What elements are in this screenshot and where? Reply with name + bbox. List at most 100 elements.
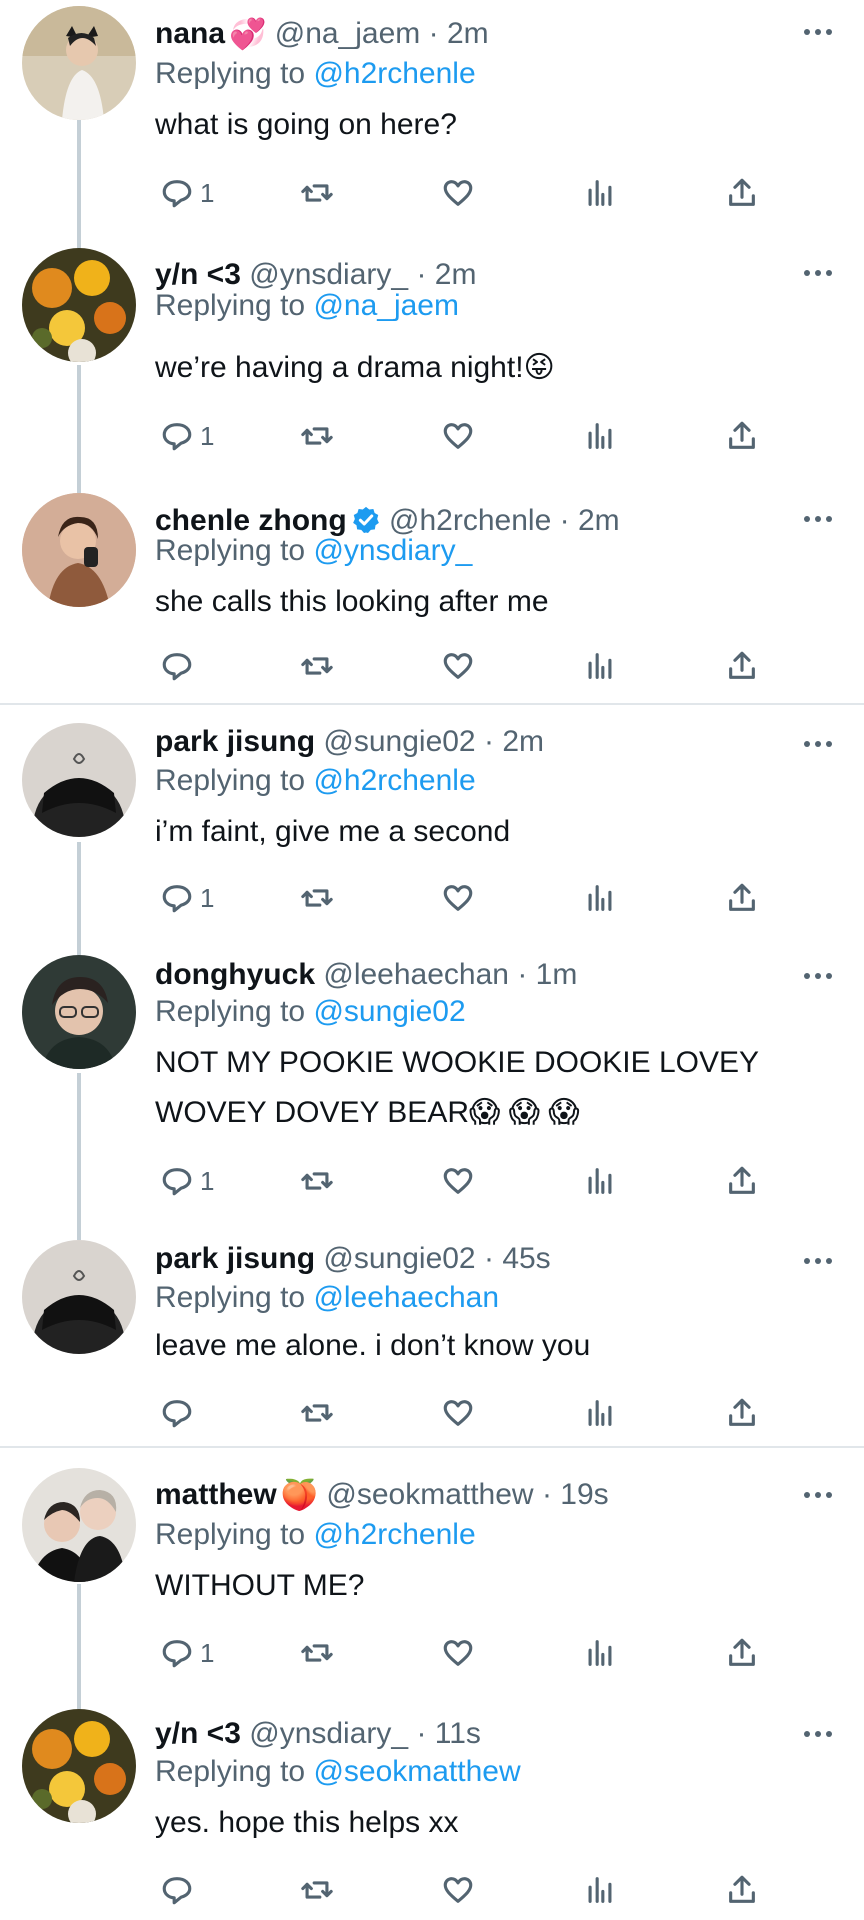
- analytics-button[interactable]: [583, 1870, 617, 1910]
- analytics-button[interactable]: [583, 1393, 617, 1433]
- display-name[interactable]: donghyuck: [155, 958, 315, 991]
- reply-mention-link[interactable]: @seokmatthew: [313, 1755, 520, 1788]
- replying-to: Replying to @seokmatthew: [155, 1754, 521, 1790]
- reply-mention-link[interactable]: @na_jaem: [313, 289, 459, 322]
- tweet-text-line: NOT MY POOKIE WOOKIE DOOKIE LOVEY: [155, 1046, 760, 1079]
- retweet-button[interactable]: [300, 646, 334, 686]
- reply-mention-link[interactable]: @ynsdiary_: [313, 534, 472, 567]
- like-button[interactable]: [441, 1633, 475, 1673]
- avatar[interactable]: [22, 248, 136, 362]
- timestamp[interactable]: 2m: [578, 504, 620, 537]
- avatar[interactable]: [22, 493, 136, 607]
- avatar[interactable]: [22, 1468, 136, 1582]
- retweet-button[interactable]: [300, 878, 334, 918]
- like-button[interactable]: [441, 878, 475, 918]
- reply-mention-link[interactable]: @sungie02: [313, 995, 465, 1028]
- analytics-button[interactable]: [583, 1633, 617, 1673]
- share-button[interactable]: [725, 878, 759, 918]
- like-button[interactable]: [441, 646, 475, 686]
- share-button[interactable]: [725, 1870, 759, 1910]
- retweet-button[interactable]: [300, 1633, 334, 1673]
- reply-mention-link[interactable]: @leehaechan: [313, 1281, 499, 1314]
- like-button[interactable]: [441, 416, 475, 456]
- retweet-button[interactable]: [300, 1393, 334, 1433]
- more-options-icon[interactable]: [804, 26, 834, 36]
- user-handle[interactable]: @sungie02: [323, 725, 475, 758]
- tweet-text-line: WOVEY DOVEY BEAR😱 😱 😱: [155, 1096, 580, 1129]
- timestamp[interactable]: 2m: [435, 258, 477, 291]
- share-button[interactable]: [725, 1393, 759, 1433]
- timestamp[interactable]: 11s: [435, 1717, 481, 1750]
- share-button[interactable]: [725, 646, 759, 686]
- reply-button[interactable]: 1: [160, 173, 214, 213]
- reply-button[interactable]: [160, 1393, 200, 1433]
- more-options-icon[interactable]: [804, 738, 834, 748]
- avatar[interactable]: [22, 1240, 136, 1354]
- display-name[interactable]: y/n <3: [155, 258, 241, 291]
- verified-badge-icon: [352, 506, 379, 533]
- replying-to: Replying to @h2rchenle: [155, 1517, 476, 1553]
- display-name[interactable]: matthew: [155, 1478, 277, 1511]
- avatar[interactable]: [22, 723, 136, 837]
- like-button[interactable]: [441, 1393, 475, 1433]
- display-name[interactable]: park jisung: [155, 725, 315, 758]
- reply-button[interactable]: 1: [160, 1161, 214, 1201]
- more-options-icon[interactable]: [804, 267, 834, 277]
- heart-icon: [443, 1168, 473, 1194]
- display-name[interactable]: park jisung: [155, 1242, 315, 1275]
- user-handle[interactable]: @ynsdiary_: [249, 1717, 408, 1750]
- user-handle[interactable]: @ynsdiary_: [249, 258, 408, 291]
- like-button[interactable]: [441, 1870, 475, 1910]
- avatar[interactable]: [22, 6, 136, 120]
- tweet-header: y/n <3 @ynsdiary_ · 11s: [155, 1716, 481, 1752]
- retweet-button[interactable]: [300, 1870, 334, 1910]
- replying-to: Replying to @na_jaem: [155, 288, 459, 324]
- analytics-button[interactable]: [583, 646, 617, 686]
- timestamp[interactable]: 1m: [536, 958, 578, 991]
- share-icon: [729, 1875, 755, 1903]
- analytics-button[interactable]: [583, 416, 617, 456]
- user-handle[interactable]: @sungie02: [323, 1242, 475, 1275]
- retweet-button[interactable]: [300, 173, 334, 213]
- user-handle[interactable]: @na_jaem: [275, 17, 421, 50]
- retweet-button[interactable]: [300, 1161, 334, 1201]
- reply-button[interactable]: [160, 646, 200, 686]
- more-options-icon[interactable]: [804, 1728, 834, 1738]
- timestamp[interactable]: 19s: [560, 1478, 608, 1511]
- avatar[interactable]: [22, 955, 136, 1069]
- replying-label: Replying to: [155, 534, 306, 567]
- timestamp[interactable]: 45s: [502, 1242, 550, 1275]
- tweet-text: what is going on here?: [155, 100, 815, 150]
- reply-button[interactable]: 1: [160, 416, 214, 456]
- display-name[interactable]: nana: [155, 17, 225, 50]
- more-options-icon[interactable]: [804, 513, 834, 523]
- tweet-text: i’m faint, give me a second: [155, 807, 815, 857]
- retweet-button[interactable]: [300, 416, 334, 456]
- reply-button[interactable]: 1: [160, 1633, 214, 1673]
- analytics-button[interactable]: [583, 878, 617, 918]
- more-options-icon[interactable]: [804, 970, 834, 980]
- reply-mention-link[interactable]: @h2rchenle: [313, 1518, 475, 1551]
- more-options-icon[interactable]: [804, 1489, 834, 1499]
- heart-icon: [443, 1640, 473, 1666]
- like-button[interactable]: [441, 173, 475, 213]
- avatar[interactable]: [22, 1709, 136, 1823]
- user-handle[interactable]: @leehaechan: [323, 958, 509, 991]
- share-button[interactable]: [725, 173, 759, 213]
- reply-mention-link[interactable]: @h2rchenle: [313, 764, 475, 797]
- thread-divider: [0, 703, 864, 705]
- user-handle[interactable]: @seokmatthew: [326, 1478, 533, 1511]
- analytics-button[interactable]: [583, 1161, 617, 1201]
- reply-button[interactable]: 1: [160, 878, 214, 918]
- more-options-icon[interactable]: [804, 1255, 834, 1265]
- analytics-button[interactable]: [583, 173, 617, 213]
- like-button[interactable]: [441, 1161, 475, 1201]
- share-button[interactable]: [725, 1161, 759, 1201]
- display-name[interactable]: y/n <3: [155, 1717, 241, 1750]
- reply-mention-link[interactable]: @h2rchenle: [313, 57, 475, 90]
- share-button[interactable]: [725, 1633, 759, 1673]
- reply-button[interactable]: [160, 1870, 200, 1910]
- timestamp[interactable]: 2m: [502, 725, 544, 758]
- timestamp[interactable]: 2m: [447, 17, 489, 50]
- share-button[interactable]: [725, 416, 759, 456]
